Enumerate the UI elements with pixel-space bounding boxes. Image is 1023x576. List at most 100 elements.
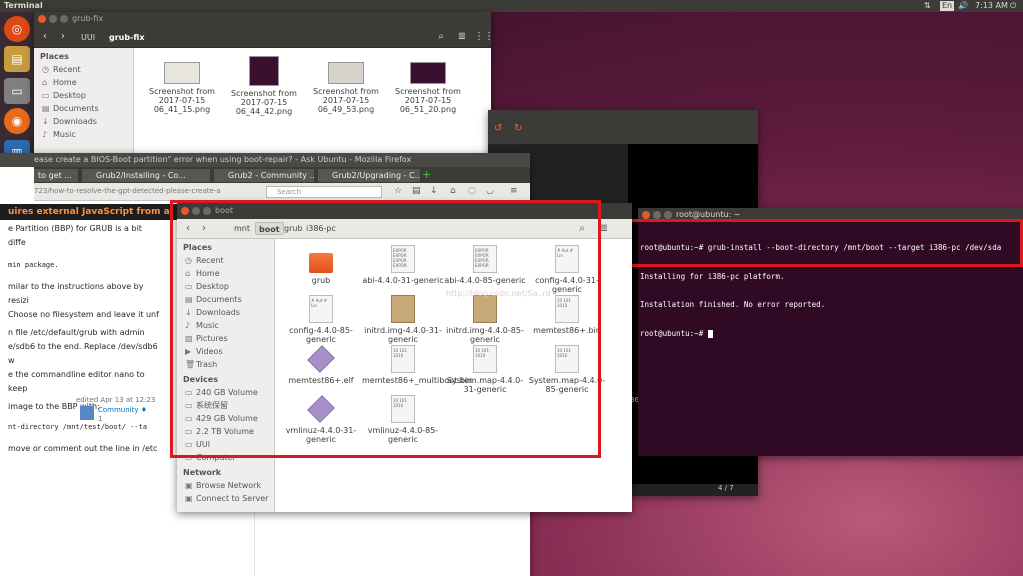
menu-icon[interactable]: ≡ <box>510 186 518 196</box>
list-view-icon[interactable]: ≣ <box>597 222 611 236</box>
community-avatar[interactable] <box>80 406 94 420</box>
sidebar-item-recent[interactable]: ◷ Recent <box>34 63 133 76</box>
folder-icon <box>309 253 333 273</box>
file-item[interactable]: EXPOR EXPOR EXPOR EXPOR abi-4.4.0-31-gene… <box>362 245 444 285</box>
search-icon[interactable]: ⌕ <box>575 222 589 236</box>
list-view-icon[interactable]: ≣ <box>455 30 469 44</box>
videos-icon: ▶ <box>185 347 192 356</box>
tab-0[interactable]: to get ... <box>34 169 78 182</box>
file-item[interactable]: grub <box>280 247 362 285</box>
music-icon: ♪ <box>185 321 191 330</box>
power-icon[interactable]: ⏻ <box>1010 0 1016 12</box>
sidebar-item-documents[interactable]: ▤ Documents <box>34 102 133 115</box>
minimize-icon[interactable] <box>653 211 661 219</box>
sidebar-item-music[interactable]: ♪ Music <box>177 319 274 332</box>
sidebar-item-music[interactable]: ♪ Music <box>34 128 133 141</box>
forward-icon[interactable]: › <box>56 30 70 44</box>
clock[interactable]: 7:13 AM <box>975 0 1008 12</box>
terminal-output[interactable]: root@ubuntu:~# grub-install --boot-direc… <box>640 224 1023 357</box>
pocket-icon[interactable]: ◡ <box>486 186 494 196</box>
sidebar-item-desktop[interactable]: ▭ Desktop <box>34 89 133 102</box>
edited-timestamp[interactable]: edited Apr 13 at 12:23 <box>76 396 155 404</box>
close-icon[interactable] <box>642 211 650 219</box>
back-icon[interactable]: ‹ <box>38 30 52 44</box>
file-item[interactable]: Screenshot from 2017-07-15 06_41_15.png <box>141 62 223 114</box>
back-icon[interactable]: ‹ <box>181 222 195 236</box>
maximize-icon[interactable] <box>664 211 672 219</box>
ubuntu-dash-icon[interactable]: ◎ <box>4 16 30 42</box>
file-item[interactable]: 10 101 1010 System.map-4.4.0-31-generic <box>444 345 526 394</box>
sidebar-item-recent[interactable]: ◷ Recent <box>177 254 274 267</box>
files-drive-icon[interactable]: ▭ <box>4 78 30 104</box>
file-item[interactable]: memtest86+.elf <box>280 345 362 385</box>
sidebar-device[interactable]: ▭ 240 GB Volume <box>177 386 274 399</box>
breadcrumb-grub-fix[interactable]: grub-fix <box>106 31 148 44</box>
files-icon[interactable]: ▤ <box>4 46 30 72</box>
sidebar-item-downloads[interactable]: ↓ Downloads <box>177 306 274 319</box>
sidebar-device[interactable]: ▭ UUI <box>177 438 274 451</box>
sidebar-device[interactable]: ▭ 2.2 TB Volume <box>177 425 274 438</box>
tab-2[interactable]: Grub2 - Community ... <box>214 169 314 182</box>
file-item[interactable]: # Aut # Lin config-4.4.0-85-generic <box>280 295 362 344</box>
file-item[interactable]: 10 101 1010 vmlinuz-4.4.0-85-generic <box>362 395 444 444</box>
sidebar-item-home[interactable]: ⌂ Home <box>34 76 133 89</box>
url-field[interactable]: 723/how-to-resolve-the-gpt-detected-plea… <box>34 187 220 198</box>
tab-3[interactable]: Grub2/Upgrading - C... <box>318 169 420 182</box>
sidebar-item-browse-network[interactable]: ▣ Browse Network <box>177 479 274 492</box>
breadcrumb-uui[interactable]: UUI <box>78 31 98 44</box>
file-item[interactable]: vmlinuz-4.4.0-31-generic <box>280 395 362 444</box>
desktop-icon: ▭ <box>42 91 50 100</box>
minimize-icon[interactable] <box>192 207 200 215</box>
grid-view-icon[interactable]: ⋮⋮ <box>474 30 491 44</box>
sidebar-item-desktop[interactable]: ▭ Desktop <box>177 280 274 293</box>
sidebar-item-trash[interactable]: 🗑Trash <box>177 358 274 371</box>
clipboard-icon[interactable]: ▤ <box>412 186 421 196</box>
close-icon[interactable] <box>38 15 46 23</box>
sidebar-item-pictures[interactable]: ▨ Pictures <box>177 332 274 345</box>
rotate-left-icon[interactable]: ↺ <box>494 122 502 136</box>
search-icon[interactable]: ⌕ <box>434 30 448 44</box>
new-tab-icon[interactable]: + <box>422 168 431 181</box>
sidebar-item-documents[interactable]: ▤ Documents <box>177 293 274 306</box>
sort-icon[interactable]: ⇅ <box>924 0 931 12</box>
minimize-icon[interactable] <box>49 15 57 23</box>
file-item[interactable]: 10 101 1010 memtest86+.bin <box>526 295 608 335</box>
volume-icon[interactable]: 🔊 <box>958 0 968 12</box>
file-item[interactable]: # Aut # Lin config-4.4.0-31-generic <box>526 245 608 294</box>
sidebar-item-downloads[interactable]: ↓ Downloads <box>34 115 133 128</box>
image-thumbnail <box>164 62 200 84</box>
file-item[interactable]: 10 101 1010 System.map-4.4.0-85-generic <box>526 345 608 394</box>
rotate-right-icon[interactable]: ↻ <box>514 122 522 136</box>
download-icon[interactable]: ↓ <box>430 186 438 196</box>
breadcrumb-i386-pc[interactable]: i386-pc <box>303 222 339 235</box>
search-field[interactable]: Search <box>266 186 382 198</box>
sidebar-device[interactable]: ▭ 429 GB Volume <box>177 412 274 425</box>
chat-icon[interactable]: ◌ <box>468 186 476 196</box>
close-icon[interactable] <box>181 207 189 215</box>
sidebar-item-connect-server[interactable]: ▣ Connect to Server <box>177 492 274 505</box>
file-item[interactable]: 10 101 1010 memtest86+_multiboot.bin <box>362 345 472 385</box>
maximize-icon[interactable] <box>203 207 211 215</box>
grub-fix-toolbar: ‹ › UUI grub-fix ⌕ ≣ ⋮⋮ <box>34 26 491 48</box>
sidebar-item-home[interactable]: ⌂ Home <box>177 267 274 280</box>
file-item[interactable]: Screenshot from 2017-07-15 06_51_20.png <box>387 62 469 114</box>
tab-1[interactable]: Grub2/Installing - Co... <box>82 169 210 182</box>
sidebar-device[interactable]: ▭ 系统保留 <box>177 399 274 412</box>
file-item[interactable]: EXPOR EXPOR EXPOR EXPOR abi-4.4.0-85-gene… <box>444 245 526 285</box>
keyboard-indicator[interactable]: En <box>940 1 955 11</box>
file-item[interactable]: initrd.img-4.4.0-85-generic <box>444 295 526 344</box>
breadcrumb-grub[interactable]: grub <box>281 222 306 235</box>
breadcrumb-mnt[interactable]: mnt <box>231 222 253 235</box>
home-icon[interactable]: ⌂ <box>450 186 456 196</box>
file-item[interactable]: initrd.img-4.4.0-31-generic <box>362 295 444 344</box>
bookmark-icon[interactable]: ☆ <box>394 186 402 196</box>
sidebar-device[interactable]: ▭ Computer <box>177 451 274 464</box>
breadcrumb-boot[interactable]: boot <box>255 222 284 235</box>
maximize-icon[interactable] <box>60 15 68 23</box>
sidebar-item-videos[interactable]: ▶ Videos <box>177 345 274 358</box>
forward-icon[interactable]: › <box>197 222 211 236</box>
file-item[interactable]: Screenshot from 2017-07-15 06_49_53.png <box>305 62 387 114</box>
file-item[interactable]: Screenshot from 2017-07-15 06_44_42.png <box>223 56 305 116</box>
community-user[interactable]: Community ♦ <box>98 406 147 414</box>
firefox-icon[interactable]: ◉ <box>4 108 30 134</box>
